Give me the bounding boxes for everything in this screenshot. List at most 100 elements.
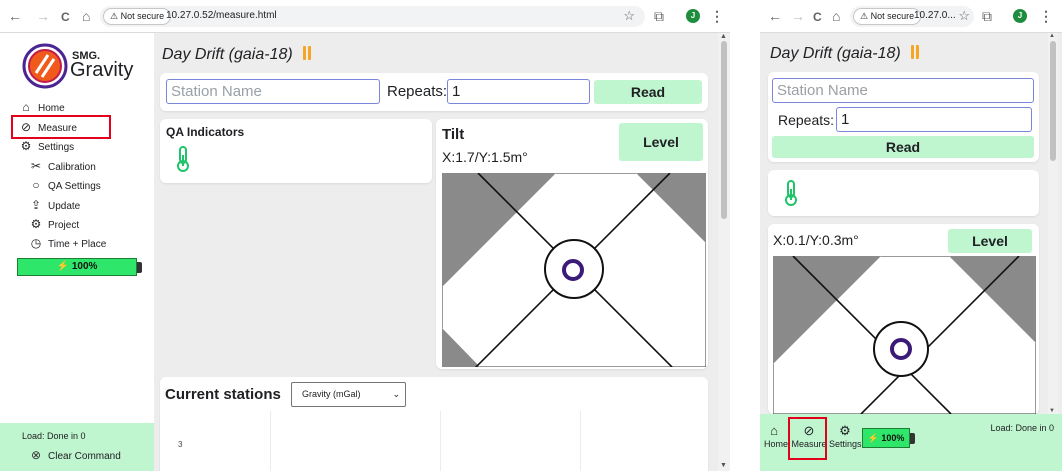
page-title-mobile: Day Drift (gaia-18) [770, 45, 920, 63]
station-input-card-mobile: Station Name Repeats: 1 Read [768, 72, 1039, 162]
home-icon[interactable]: ⌂ [82, 8, 90, 24]
browser-menu-icon[interactable]: ⋮ [1039, 8, 1053, 24]
clear-command-label: Clear Command [48, 451, 121, 462]
station-name-input[interactable]: Station Name [166, 79, 380, 104]
battery-cap [910, 433, 915, 444]
page-scrollbar[interactable]: ▲ ▼ [718, 33, 730, 471]
not-secure-chip[interactable]: ⚠ Not secure [103, 8, 172, 25]
sidebar-item-label: QA Settings [48, 181, 101, 192]
scroll-up-icon[interactable]: ▲ [1049, 33, 1055, 39]
forward-icon[interactable]: → [36, 8, 50, 24]
sidebar-item-label: Time + Place [48, 239, 107, 250]
sidebar: SMG. Gravity ⌂ Home ⊘ Measure ⚙ Settings ✂ C… [0, 33, 154, 471]
qa-indicators-title: QA Indicators [166, 125, 245, 139]
sidebar-item-project[interactable]: ⚙ Project [29, 217, 80, 232]
tilt-readout: X:1.7/Y:1.5m° [442, 149, 528, 165]
settings-gear-icon: ⚙ [20, 139, 32, 153]
thermometer-icon [785, 180, 797, 206]
page-scrollbar-mobile[interactable]: ▲ ▼ [1048, 33, 1058, 414]
home-icon: ⌂ [770, 423, 778, 438]
extensions-icon[interactable]: ⧉ [982, 8, 992, 24]
bottom-nav-home[interactable]: ⌂ Home [764, 423, 788, 450]
level-button[interactable]: Level [619, 123, 703, 161]
calibration-icon: ✂ [30, 159, 42, 173]
upload-icon: ⇪ [30, 198, 42, 212]
back-icon[interactable]: ← [768, 8, 782, 24]
profile-avatar[interactable]: J [686, 9, 700, 23]
sidebar-item-settings[interactable]: ⚙ Settings [19, 139, 75, 154]
clock-icon: ◷ [30, 236, 42, 250]
qa-indicators-card-mobile [768, 170, 1039, 216]
station-input-card: Station Name Repeats: 1 Read [160, 73, 708, 111]
extensions-icon[interactable]: ⧉ [654, 8, 664, 24]
tilt-readout: X:0.1/Y:0.3m° [773, 232, 859, 248]
page-title: Day Drift (gaia-18) [162, 46, 312, 64]
station-name-input[interactable]: Station Name [772, 78, 1034, 103]
sidebar-item-home[interactable]: ⌂ Home [19, 100, 65, 115]
read-button[interactable]: Read [594, 80, 702, 104]
url-text: 10.27.0.52/measure.html [166, 10, 277, 21]
chevron-down-icon: ⌄ [392, 389, 400, 399]
url-text: 10.27.0... [914, 10, 956, 21]
tilt-card-mobile: X:0.1/Y:0.3m° Level [768, 224, 1039, 414]
read-button[interactable]: Read [772, 136, 1034, 158]
level-button[interactable]: Level [948, 229, 1032, 253]
browser-toolbar: ← → C ⌂ ⚠ Not secure 10.27.0.52/measure.… [0, 0, 730, 33]
pause-icon[interactable] [301, 46, 312, 63]
not-secure-chip[interactable]: ⚠ Not secure [853, 8, 922, 25]
brand-line-2: Gravity [70, 59, 134, 81]
back-icon[interactable]: ← [8, 8, 22, 24]
scroll-thumb[interactable] [721, 41, 727, 219]
chart-y-tick: 3 [178, 440, 183, 449]
sidebar-item-update[interactable]: ⇪ Update [29, 199, 80, 213]
load-status: Load: Done in 0 [990, 423, 1054, 433]
address-bar-mobile[interactable]: ⚠ Not secure 10.27.0... ☆ [850, 6, 974, 27]
forward-icon[interactable]: → [791, 8, 805, 24]
reload-icon[interactable]: C [61, 9, 70, 25]
status-panel: Load: Done in 0 ⊗ Clear Command [0, 423, 154, 471]
sidebar-item-label: Home [38, 103, 65, 114]
sidebar-item-calibration[interactable]: ✂ Calibration [29, 160, 96, 174]
home-icon: ⌂ [22, 100, 30, 114]
pause-icon[interactable] [909, 45, 920, 62]
scroll-thumb[interactable] [1050, 41, 1056, 161]
desktop-window: ← → C ⌂ ⚠ Not secure 10.27.0.52/measure.… [0, 0, 730, 471]
repeats-label: Repeats: [387, 83, 448, 100]
scroll-up-icon[interactable]: ▲ [720, 33, 727, 40]
units-select-value: Gravity (mGal) [302, 389, 361, 399]
scroll-down-icon[interactable]: ▼ [720, 462, 727, 469]
battery-label: ⚡ 100% [867, 433, 905, 443]
load-status: Load: Done in 0 [22, 431, 86, 441]
repeats-label: Repeats: [778, 112, 835, 128]
browser-menu-icon[interactable]: ⋮ [710, 8, 724, 24]
profile-avatar[interactable]: J [1013, 9, 1027, 23]
bookmark-star-icon[interactable]: ☆ [958, 9, 970, 23]
qa-indicators-card: QA Indicators [160, 119, 432, 183]
bookmark-star-icon[interactable]: ☆ [623, 9, 635, 23]
reload-icon[interactable]: C [813, 9, 822, 25]
repeats-input[interactable]: 1 [447, 79, 590, 104]
chart-gridline [270, 411, 271, 471]
thermometer-icon [177, 146, 189, 172]
battery-indicator: ⚡ 100% [17, 258, 142, 276]
bottom-nav-label: Home [764, 439, 789, 449]
tilt-bubble-level [442, 173, 706, 367]
units-select[interactable]: Gravity (mGal) ⌄ [291, 382, 406, 407]
bottom-nav: ⌂ Home ⊘ Measure ⚙ Settings ⚡ 100% Load:… [760, 414, 1062, 471]
sidebar-item-qa-settings[interactable]: ○ QA Settings [29, 178, 101, 193]
address-bar[interactable]: ⚠ Not secure 10.27.0.52/measure.html ☆ [100, 6, 645, 27]
mobile-window: ← → C ⌂ ⚠ Not secure 10.27.0... ☆ ⧉ J ⋮ … [760, 0, 1062, 471]
repeats-input[interactable]: 1 [836, 107, 1032, 132]
clear-command-button[interactable]: ⊗ Clear Command [29, 449, 121, 463]
scroll-down-icon[interactable]: ▼ [1049, 408, 1055, 414]
battery-label: ⚡ 100% [56, 261, 98, 272]
project-gear-icon: ⚙ [30, 217, 42, 231]
sidebar-item-time-place[interactable]: ◷ Time + Place [29, 236, 107, 251]
smg-logo-icon [22, 43, 68, 89]
current-stations-title: Current stations [165, 386, 281, 403]
bottom-nav-settings[interactable]: ⚙ Settings [829, 423, 862, 450]
search-icon: ○ [32, 178, 40, 192]
tilt-card: Tilt X:1.7/Y:1.5m° Level [436, 119, 708, 369]
home-icon[interactable]: ⌂ [832, 8, 840, 24]
highlight-measure-box [788, 417, 827, 460]
